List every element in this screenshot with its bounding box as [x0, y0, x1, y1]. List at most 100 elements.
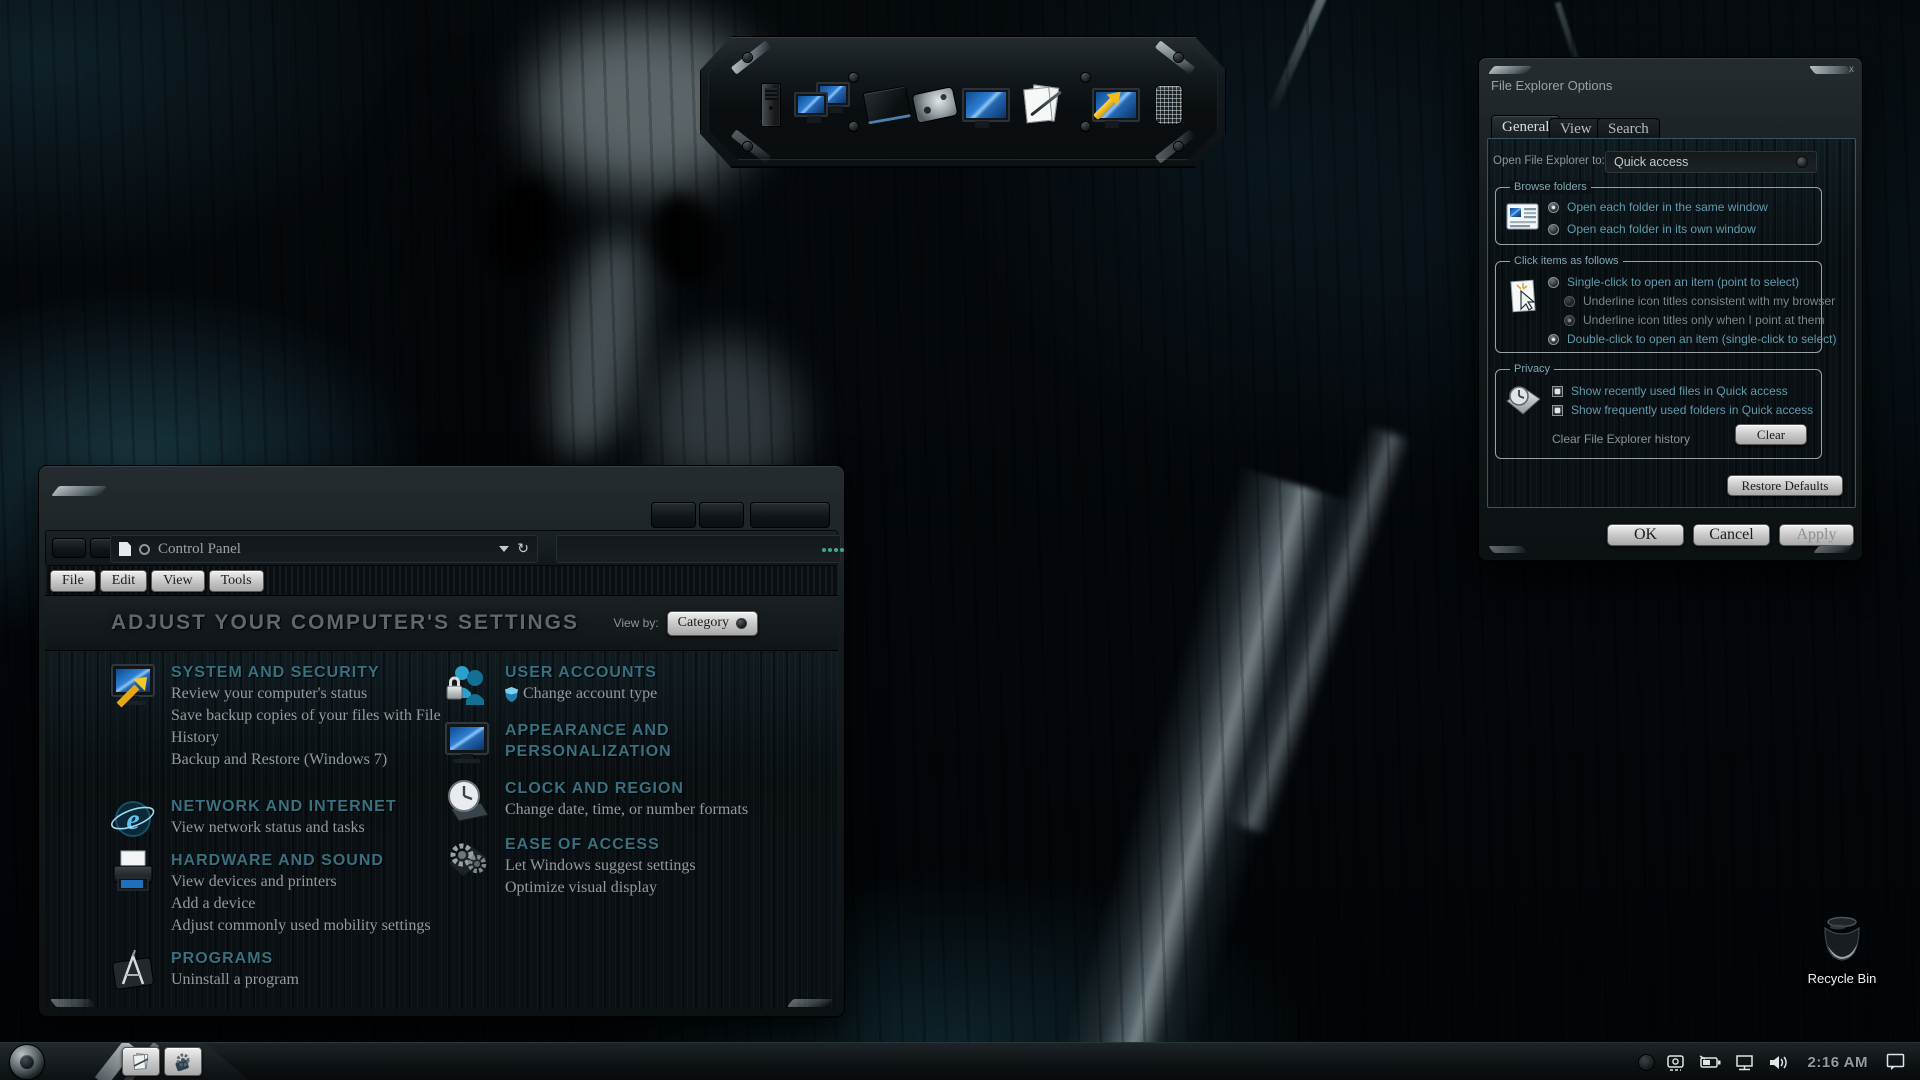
back-button[interactable]: [52, 538, 86, 558]
hardware-sound-icon[interactable]: [109, 849, 157, 897]
apply-button[interactable]: Apply: [1779, 524, 1854, 546]
computer-tower-icon[interactable]: [747, 79, 795, 131]
battery-icon[interactable]: [1698, 1054, 1722, 1070]
close-button[interactable]: [750, 502, 830, 528]
more-options-icon: [822, 548, 826, 552]
cp-link[interactable]: Review your computer's status: [171, 683, 443, 705]
cp-link[interactable]: Backup and Restore (Windows 7): [171, 749, 443, 771]
category-title[interactable]: Clock and Region: [505, 778, 748, 799]
category-network-and-internet: e Network and Internet View network stat…: [109, 795, 439, 843]
maximize-button[interactable]: [699, 502, 744, 528]
gear-task-icon: [173, 1052, 193, 1072]
folder-icon[interactable]: [863, 79, 911, 131]
privacy-group: Privacy Show recently used files in Quic…: [1495, 369, 1822, 459]
cancel-button[interactable]: Cancel: [1693, 524, 1770, 546]
category-programs: Programs Uninstall a program: [109, 947, 439, 995]
window-titlebar[interactable]: [39, 466, 844, 530]
minimize-button[interactable]: [651, 502, 696, 528]
cp-link[interactable]: Change account type: [505, 683, 657, 705]
menu-view[interactable]: View: [151, 570, 204, 592]
volume-icon[interactable]: [1768, 1054, 1790, 1071]
radio-same-window[interactable]: Open each folder in the same window: [1548, 200, 1768, 214]
option-label: Show recently used files in Quick access: [1571, 384, 1788, 398]
display-icon[interactable]: [959, 79, 1013, 131]
click-items-icon: [1508, 278, 1540, 321]
cp-link[interactable]: Uninstall a program: [171, 969, 299, 991]
cp-link[interactable]: Save backup copies of your files with Fi…: [171, 705, 443, 749]
open-to-dropdown[interactable]: Quick access: [1605, 151, 1817, 173]
cp-link[interactable]: Adjust commonly used mobility settings: [171, 915, 431, 937]
category-title[interactable]: Appearance and Personalization: [505, 720, 745, 762]
view-by-dropdown[interactable]: Category: [667, 611, 758, 636]
cp-link[interactable]: Let Windows suggest settings: [505, 855, 696, 877]
open-to-label: Open File Explorer to:: [1493, 155, 1605, 167]
category-clock-and-region: Clock and Region Change date, time, or n…: [443, 777, 773, 825]
recycle-bin-icon: [1816, 914, 1868, 966]
search-input[interactable]: [556, 535, 841, 563]
tab-search[interactable]: Search: [1597, 118, 1660, 139]
ok-button[interactable]: OK: [1607, 524, 1684, 546]
category-title[interactable]: User Accounts: [505, 662, 657, 683]
radio-underline-point[interactable]: Underline icon titles only when I point …: [1564, 313, 1824, 327]
cp-link[interactable]: View network status and tasks: [171, 817, 397, 839]
recycle-bin[interactable]: Recycle Bin: [1800, 914, 1884, 986]
system-upgrade-icon[interactable]: [1089, 79, 1143, 131]
radio-single-click[interactable]: Single-click to open an item (point to s…: [1548, 275, 1799, 289]
ease-of-access-icon[interactable]: [443, 833, 491, 881]
browse-folders-group: Browse folders Open each folder in the s…: [1495, 187, 1822, 245]
cp-link[interactable]: View devices and printers: [171, 871, 431, 893]
system-security-icon[interactable]: [109, 661, 157, 709]
frame-highlight: [787, 999, 833, 1007]
menu-edit[interactable]: Edit: [100, 570, 147, 592]
check-recent-files[interactable]: Show recently used files in Quick access: [1552, 384, 1788, 398]
clock[interactable]: 2:16 AM: [1802, 1054, 1874, 1071]
radio-own-window[interactable]: Open each folder in its own window: [1548, 222, 1756, 236]
clear-button[interactable]: Clear: [1735, 424, 1807, 445]
tab-view[interactable]: View: [1549, 118, 1603, 139]
category-title[interactable]: Programs: [171, 948, 299, 969]
trash-icon[interactable]: [1145, 79, 1193, 131]
network-icon[interactable]: [1734, 1054, 1756, 1071]
group-legend: Privacy: [1510, 363, 1554, 376]
view-by-label: View by:: [614, 616, 659, 630]
dropdown-dot-icon: [736, 618, 747, 629]
control-panel-window: Control Panel ↻ File Edit View Tools Adj…: [38, 465, 845, 1018]
documents-icon[interactable]: [1019, 79, 1067, 131]
user-accounts-icon[interactable]: [443, 661, 491, 709]
restore-defaults-button[interactable]: Restore Defaults: [1727, 475, 1843, 496]
category-title[interactable]: Hardware and Sound: [171, 850, 431, 871]
cp-link[interactable]: Add a device: [171, 893, 431, 915]
address-bar[interactable]: Control Panel ↻: [110, 535, 538, 563]
clock-region-icon[interactable]: [443, 777, 491, 825]
radio-double-click[interactable]: Double-click to open an item (single-cli…: [1548, 332, 1836, 346]
start-button[interactable]: [10, 1045, 44, 1079]
appearance-icon[interactable]: [443, 719, 491, 767]
category-title[interactable]: Ease of Access: [505, 834, 696, 855]
check-frequent-folders[interactable]: Show frequently used folders in Quick ac…: [1552, 403, 1813, 417]
checkbox-icon: [1552, 405, 1563, 416]
group-legend: Browse folders: [1510, 181, 1591, 194]
option-label: Underline icon titles consistent with my…: [1583, 294, 1835, 308]
tray-expand-button[interactable]: [1639, 1055, 1654, 1070]
close-icon[interactable]: x: [1849, 64, 1854, 75]
control-panel-header: Adjust your computer's settings View by:…: [45, 596, 838, 651]
network-internet-icon[interactable]: e: [109, 795, 157, 843]
category-title[interactable]: Network and Internet: [171, 796, 397, 817]
radio-underline-consistent[interactable]: Underline icon titles consistent with my…: [1564, 294, 1835, 308]
action-center-icon[interactable]: [1886, 1053, 1906, 1071]
menu-file[interactable]: File: [50, 570, 96, 592]
refresh-icon[interactable]: ↻: [517, 541, 529, 557]
chevron-down-icon[interactable]: [499, 546, 509, 552]
category-title[interactable]: System and Security: [171, 662, 443, 683]
menu-tools[interactable]: Tools: [209, 570, 264, 592]
taskbar-control-panel-button[interactable]: [122, 1047, 160, 1076]
camera-tray-icon[interactable]: [1666, 1054, 1686, 1071]
network-computers-icon[interactable]: [793, 79, 851, 131]
taskbar-explorer-options-button[interactable]: [164, 1047, 202, 1076]
hard-drive-icon[interactable]: [911, 79, 959, 131]
category-appearance-personalization: Appearance and Personalization: [443, 719, 773, 767]
category-system-and-security: System and Security Review your computer…: [109, 661, 439, 771]
cp-link[interactable]: Optimize visual display: [505, 877, 696, 899]
cp-link[interactable]: Change date, time, or number formats: [505, 799, 748, 821]
programs-icon[interactable]: [109, 947, 157, 995]
